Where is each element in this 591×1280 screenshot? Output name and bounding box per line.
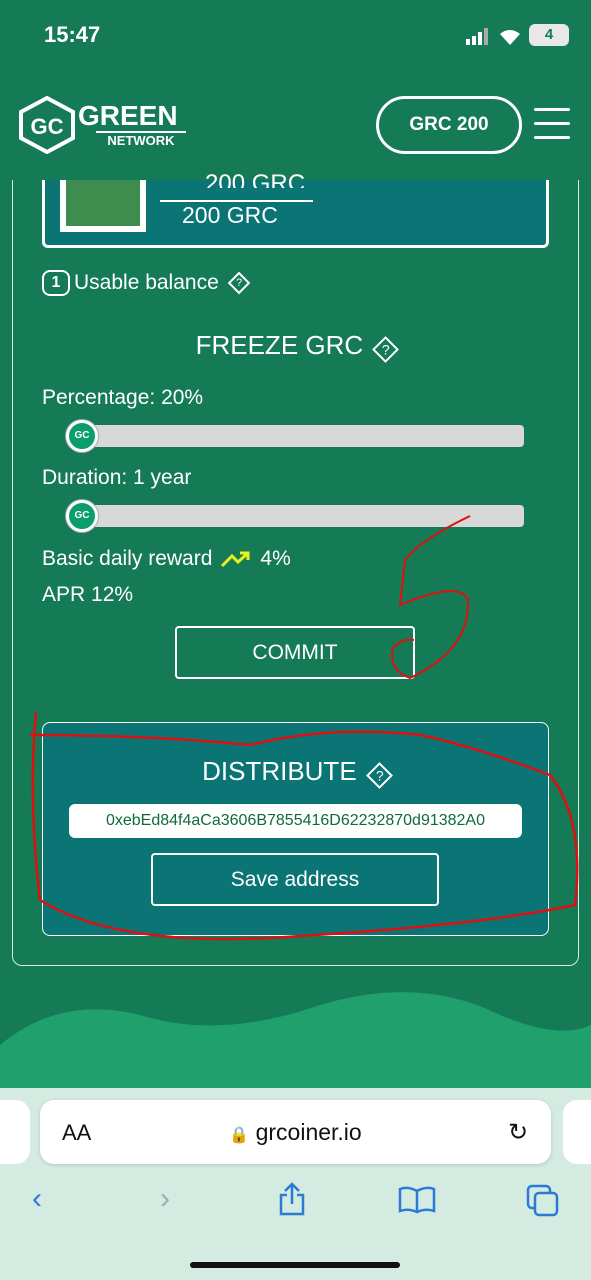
hamburger-menu-icon[interactable] (534, 108, 570, 150)
reload-icon[interactable]: ↻ (508, 1118, 528, 1147)
save-address-button[interactable]: Save address (151, 853, 439, 906)
logo-subtitle: NETWORK (96, 131, 186, 148)
daily-reward: Basic daily reward 4% (42, 547, 291, 571)
help-icon[interactable]: ? (372, 336, 400, 363)
url-display[interactable]: 🔒 grcoiner.io (0, 1119, 591, 1146)
url-text: grcoiner.io (255, 1119, 362, 1145)
distribute-title-text: DISTRIBUTE (202, 756, 357, 786)
apr-label: APR 12% (42, 583, 134, 606)
usable-balance: 1 Usable balance ? (42, 270, 251, 296)
forward-icon[interactable]: › (160, 1182, 170, 1216)
percentage-slider-handle[interactable]: GC (66, 420, 98, 452)
duration-label: Duration: 1 year (42, 466, 192, 489)
freeze-title: FREEZE GRC ? (0, 330, 591, 363)
signal-wifi-icon (466, 28, 520, 45)
pentagon-marker-icon: 1 (42, 270, 70, 296)
freeze-title-text: FREEZE GRC (195, 330, 364, 360)
percentage-slider[interactable] (70, 425, 524, 447)
back-icon[interactable]: ‹ (32, 1182, 42, 1216)
help-icon[interactable]: ? (365, 762, 393, 789)
help-icon[interactable]: ? (227, 271, 251, 295)
token-image (60, 180, 146, 232)
share-icon[interactable] (278, 1182, 306, 1216)
balance-value: 200 GRC (182, 202, 278, 228)
daily-reward-value: 4% (260, 547, 291, 570)
daily-reward-label: Basic daily reward (42, 547, 213, 570)
duration-slider-handle[interactable]: GC (66, 500, 98, 532)
commit-button[interactable]: COMMIT (175, 626, 415, 679)
logo-title: GREEN (78, 100, 178, 131)
status-bar: 15:47 4 (0, 0, 591, 70)
trending-up-icon (221, 551, 250, 568)
svg-text:GC: GC (31, 114, 64, 139)
bookmarks-icon[interactable] (398, 1186, 436, 1214)
hills-decoration (0, 992, 591, 1095)
lock-icon: 🔒 (229, 1127, 250, 1144)
gc-logo-icon: GC (19, 96, 75, 154)
percentage-label: Percentage: 20% (42, 386, 204, 409)
battery-indicator: 4 (529, 24, 569, 46)
tabs-icon[interactable] (526, 1184, 560, 1218)
balance-button[interactable]: GRC 200 (376, 96, 522, 154)
usable-balance-label: Usable balance (74, 271, 219, 294)
distribute-title: DISTRIBUTE ? (0, 756, 591, 789)
home-indicator (190, 1262, 400, 1268)
duration-slider[interactable] (70, 505, 524, 527)
status-time: 15:47 (44, 22, 101, 47)
address-input[interactable] (69, 804, 522, 838)
balance-top-value: 200 GRC (205, 170, 306, 188)
